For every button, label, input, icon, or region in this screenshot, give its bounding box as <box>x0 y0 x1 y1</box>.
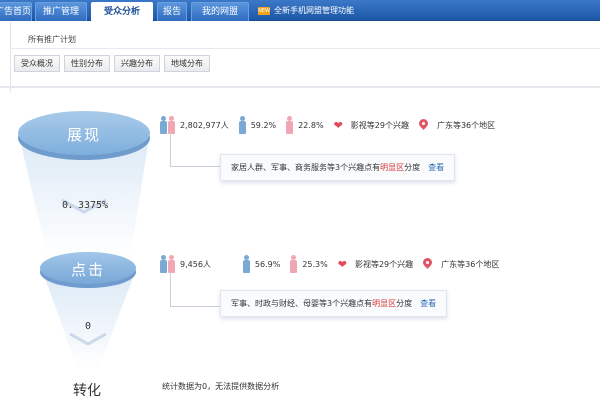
interest-summary[interactable]: 影视等29个兴趣 <box>355 259 413 270</box>
subtab-interest-distribution[interactable]: 兴趣分布 <box>114 55 160 72</box>
region-summary[interactable]: 广东等36个地区 <box>437 120 495 131</box>
view-link[interactable]: 查看 <box>420 299 436 308</box>
audience-count: 9,456人 <box>180 259 211 269</box>
funnel-stage-conversions: 转化 <box>73 383 101 399</box>
promo-text: 全新手机网盟管理功能 <box>274 6 354 15</box>
male-percentage: 56.9% <box>254 259 281 269</box>
heart-icon: ❤ <box>337 257 347 271</box>
tab-reports[interactable]: 报告 <box>157 2 187 21</box>
audience-count: 2,802,977人 <box>180 120 229 130</box>
location-pin-icon <box>423 258 432 270</box>
region-summary[interactable]: 广东等36个地区 <box>441 259 499 270</box>
promo-link[interactable]: NEW 全新手机网盟管理功能 <box>258 5 354 16</box>
interest-summary[interactable]: 影视等29个兴趣 <box>351 120 409 131</box>
breadcrumb[interactable]: 所有推广计划 <box>28 34 76 45</box>
new-badge-icon: NEW <box>258 6 270 15</box>
female-icon <box>286 116 294 134</box>
conversion-note: 统计数据为0，无法提供数据分析 <box>162 382 280 391</box>
female-person-icon <box>168 255 175 273</box>
subtab-audience-overview[interactable]: 受众概况 <box>14 55 60 72</box>
top-navigation-bar: 广告首页 推广管理 受众分析 报告 我的网盟 NEW 全新手机网盟管理功能 <box>0 0 600 21</box>
male-icon <box>238 116 246 134</box>
tab-home[interactable]: 广告首页 <box>0 2 32 21</box>
hint-highlight: 明显区 <box>372 299 397 308</box>
hint-text: 军事、时政与财经、母婴等3个兴趣点有 <box>231 299 373 308</box>
hint-text: 家居人群、军事、商务服务等3个兴趣点有 <box>231 163 381 172</box>
divider <box>10 48 600 49</box>
subtab-gender-distribution[interactable]: 性别分布 <box>64 55 110 72</box>
male-percentage: 59.2% <box>250 120 277 130</box>
female-icon <box>290 255 298 273</box>
male-person-icon <box>160 116 167 134</box>
tab-my-network[interactable]: 我的网盟 <box>191 2 249 21</box>
funnel-stage-clicks: 点击 <box>70 261 105 279</box>
heart-icon: ❤ <box>333 118 343 132</box>
connector-line <box>170 272 220 307</box>
hint-highlight: 明显区 <box>380 163 405 172</box>
hint-suffix: 分度 <box>396 299 413 308</box>
tab-promotion-management[interactable]: 推广管理 <box>35 2 87 21</box>
male-person-icon <box>160 255 167 273</box>
female-percentage: 22.8% <box>298 120 324 130</box>
male-icon <box>242 255 250 273</box>
connector-line <box>170 132 220 167</box>
impression-to-click-rate: 0．3375% <box>61 200 109 211</box>
tab-audience-analysis[interactable]: 受众分析 <box>91 2 153 21</box>
hint-suffix: 分度 <box>404 163 421 172</box>
subtab-region-distribution[interactable]: 地域分布 <box>164 55 210 72</box>
funnel-stage-impressions: 展现 <box>66 126 101 144</box>
view-link[interactable]: 查看 <box>428 163 444 172</box>
location-pin-icon <box>419 119 428 131</box>
female-percentage: 25.3% <box>302 259 328 269</box>
interest-hint-box: 家居人群、军事、商务服务等3个兴趣点有明显区分度 查看 <box>220 154 456 181</box>
interest-hint-box: 军事、时政与财经、母婴等3个兴趣点有明显区分度 查看 <box>220 290 448 317</box>
click-to-conversion-rate: 0 <box>84 321 92 332</box>
